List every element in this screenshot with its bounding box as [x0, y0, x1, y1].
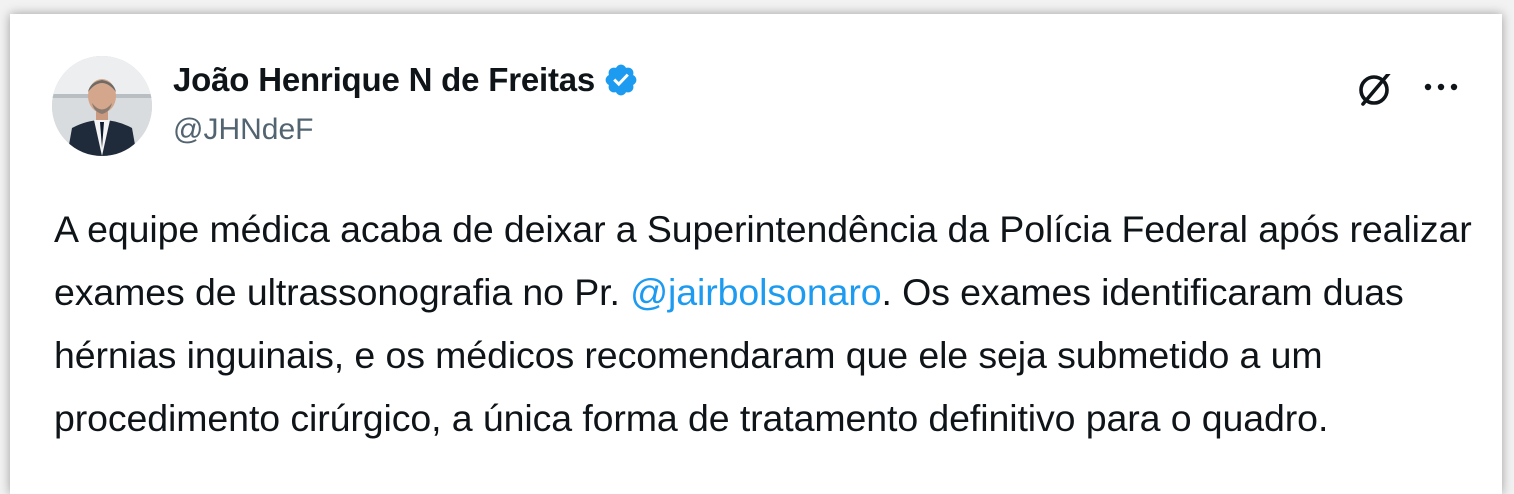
- author-handle[interactable]: @JHNdeF: [173, 113, 313, 147]
- author-name-row: João Henrique N de Freitas: [173, 60, 639, 100]
- avatar[interactable]: [52, 56, 152, 156]
- avatar-image: [52, 56, 152, 156]
- tweet-text: A equipe médica acaba de deixar a Superi…: [54, 198, 1474, 450]
- tweet-card: João Henrique N de Freitas @JHNdeF A equ…: [10, 14, 1502, 494]
- author-display-name[interactable]: João Henrique N de Freitas: [173, 61, 595, 99]
- grok-icon[interactable]: [1352, 64, 1400, 112]
- more-options-icon[interactable]: [1420, 72, 1462, 102]
- verified-badge-icon[interactable]: [603, 62, 639, 98]
- mention-link[interactable]: @jairbolsonaro: [630, 271, 881, 313]
